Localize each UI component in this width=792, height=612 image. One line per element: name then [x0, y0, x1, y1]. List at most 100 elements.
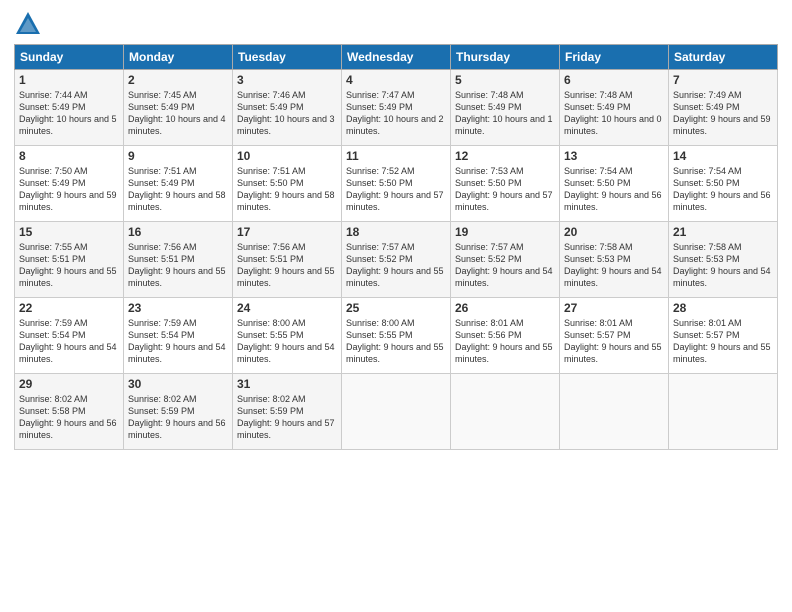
day-info: Sunrise: 7:58 AMSunset: 5:53 PMDaylight:… — [673, 241, 773, 290]
calendar-cell — [342, 374, 451, 450]
week-row-3: 15Sunrise: 7:55 AMSunset: 5:51 PMDayligh… — [15, 222, 778, 298]
calendar-cell: 21 Sunrise: 7:58 AMSunset: 5:53 PMDayligh… — [669, 222, 778, 298]
day-number: 23 — [128, 301, 228, 315]
calendar-cell: 19Sunrise: 7:57 AMSunset: 5:52 PMDayligh… — [451, 222, 560, 298]
col-header-friday: Friday — [560, 45, 669, 70]
day-number: 5 — [455, 73, 555, 87]
calendar-cell — [451, 374, 560, 450]
col-header-saturday: Saturday — [669, 45, 778, 70]
header-row: SundayMondayTuesdayWednesdayThursdayFrid… — [15, 45, 778, 70]
day-number: 21 — [673, 225, 773, 239]
calendar-cell: 2Sunrise: 7:45 AMSunset: 5:49 PMDaylight… — [124, 70, 233, 146]
day-info: Sunrise: 8:00 AMSunset: 5:55 PMDaylight:… — [237, 317, 337, 366]
day-info: Sunrise: 7:47 AMSunset: 5:49 PMDaylight:… — [346, 89, 446, 138]
day-number: 11 — [346, 149, 446, 163]
day-info: Sunrise: 7:50 AMSunset: 5:49 PMDaylight:… — [19, 165, 119, 214]
day-number: 31 — [237, 377, 337, 391]
calendar-cell: 18Sunrise: 7:57 AMSunset: 5:52 PMDayligh… — [342, 222, 451, 298]
day-info: Sunrise: 8:02 AMSunset: 5:59 PMDaylight:… — [128, 393, 228, 442]
calendar-container: SundayMondayTuesdayWednesdayThursdayFrid… — [0, 0, 792, 612]
day-number: 9 — [128, 149, 228, 163]
col-header-wednesday: Wednesday — [342, 45, 451, 70]
day-info: Sunrise: 7:44 AMSunset: 5:49 PMDaylight:… — [19, 89, 119, 138]
day-number: 8 — [19, 149, 119, 163]
day-info: Sunrise: 7:52 AMSunset: 5:50 PMDaylight:… — [346, 165, 446, 214]
day-info: Sunrise: 7:48 AMSunset: 5:49 PMDaylight:… — [455, 89, 555, 138]
day-info: Sunrise: 7:49 AMSunset: 5:49 PMDaylight:… — [673, 89, 773, 138]
week-row-2: 8 Sunrise: 7:50 AMSunset: 5:49 PMDaylight… — [15, 146, 778, 222]
calendar-cell: 31 Sunrise: 8:02 AMSunset: 5:59 PMDayligh… — [233, 374, 342, 450]
day-number: 14 — [673, 149, 773, 163]
week-row-4: 22 Sunrise: 7:59 AMSunset: 5:54 PMDayligh… — [15, 298, 778, 374]
calendar-cell: 17 Sunrise: 7:56 AMSunset: 5:51 PMDayligh… — [233, 222, 342, 298]
calendar-cell: 24 Sunrise: 8:00 AMSunset: 5:55 PMDayligh… — [233, 298, 342, 374]
day-number: 29 — [19, 377, 119, 391]
day-info: Sunrise: 7:46 AMSunset: 5:49 PMDaylight:… — [237, 89, 337, 138]
day-number: 6 — [564, 73, 664, 87]
day-info: Sunrise: 7:51 AMSunset: 5:49 PMDaylight:… — [128, 165, 228, 214]
day-number: 22 — [19, 301, 119, 315]
day-number: 1 — [19, 73, 119, 87]
logo-icon — [14, 10, 42, 38]
day-number: 30 — [128, 377, 228, 391]
day-info: Sunrise: 7:51 AMSunset: 5:50 PMDaylight:… — [237, 165, 337, 214]
day-info: Sunrise: 8:01 AMSunset: 5:57 PMDaylight:… — [673, 317, 773, 366]
calendar-cell: 15Sunrise: 7:55 AMSunset: 5:51 PMDayligh… — [15, 222, 124, 298]
header — [14, 10, 778, 38]
day-number: 3 — [237, 73, 337, 87]
calendar-cell: 28 Sunrise: 8:01 AMSunset: 5:57 PMDayligh… — [669, 298, 778, 374]
calendar-cell — [669, 374, 778, 450]
calendar-cell: 3 Sunrise: 7:46 AMSunset: 5:49 PMDaylight… — [233, 70, 342, 146]
calendar-cell: 27Sunrise: 8:01 AMSunset: 5:57 PMDayligh… — [560, 298, 669, 374]
col-header-tuesday: Tuesday — [233, 45, 342, 70]
week-row-1: 1 Sunrise: 7:44 AMSunset: 5:49 PMDaylight… — [15, 70, 778, 146]
day-number: 27 — [564, 301, 664, 315]
calendar-cell: 30 Sunrise: 8:02 AMSunset: 5:59 PMDayligh… — [124, 374, 233, 450]
day-number: 13 — [564, 149, 664, 163]
calendar-cell: 12 Sunrise: 7:53 AMSunset: 5:50 PMDayligh… — [451, 146, 560, 222]
calendar-cell: 25 Sunrise: 8:00 AMSunset: 5:55 PMDayligh… — [342, 298, 451, 374]
day-info: Sunrise: 8:01 AMSunset: 5:56 PMDaylight:… — [455, 317, 555, 366]
day-info: Sunrise: 7:59 AMSunset: 5:54 PMDaylight:… — [19, 317, 119, 366]
day-number: 20 — [564, 225, 664, 239]
calendar-cell: 23 Sunrise: 7:59 AMSunset: 5:54 PMDayligh… — [124, 298, 233, 374]
calendar-cell: 22 Sunrise: 7:59 AMSunset: 5:54 PMDayligh… — [15, 298, 124, 374]
calendar-cell: 4 Sunrise: 7:47 AMSunset: 5:49 PMDaylight… — [342, 70, 451, 146]
calendar-cell: 26 Sunrise: 8:01 AMSunset: 5:56 PMDayligh… — [451, 298, 560, 374]
col-header-monday: Monday — [124, 45, 233, 70]
day-number: 28 — [673, 301, 773, 315]
day-number: 12 — [455, 149, 555, 163]
calendar-table: SundayMondayTuesdayWednesdayThursdayFrid… — [14, 44, 778, 450]
day-info: Sunrise: 8:00 AMSunset: 5:55 PMDaylight:… — [346, 317, 446, 366]
day-info: Sunrise: 7:56 AMSunset: 5:51 PMDaylight:… — [237, 241, 337, 290]
calendar-cell: 11 Sunrise: 7:52 AMSunset: 5:50 PMDayligh… — [342, 146, 451, 222]
day-info: Sunrise: 7:58 AMSunset: 5:53 PMDaylight:… — [564, 241, 664, 290]
logo — [14, 10, 46, 38]
day-info: Sunrise: 7:53 AMSunset: 5:50 PMDaylight:… — [455, 165, 555, 214]
calendar-cell: 1 Sunrise: 7:44 AMSunset: 5:49 PMDaylight… — [15, 70, 124, 146]
day-number: 4 — [346, 73, 446, 87]
day-number: 17 — [237, 225, 337, 239]
day-number: 15 — [19, 225, 119, 239]
day-info: Sunrise: 8:02 AMSunset: 5:58 PMDaylight:… — [19, 393, 119, 442]
day-info: Sunrise: 7:45 AMSunset: 5:49 PMDaylight:… — [128, 89, 228, 138]
day-info: Sunrise: 7:54 AMSunset: 5:50 PMDaylight:… — [673, 165, 773, 214]
day-number: 7 — [673, 73, 773, 87]
day-info: Sunrise: 8:02 AMSunset: 5:59 PMDaylight:… — [237, 393, 337, 442]
day-number: 10 — [237, 149, 337, 163]
day-number: 25 — [346, 301, 446, 315]
calendar-cell: 10 Sunrise: 7:51 AMSunset: 5:50 PMDayligh… — [233, 146, 342, 222]
calendar-cell: 5 Sunrise: 7:48 AMSunset: 5:49 PMDaylight… — [451, 70, 560, 146]
calendar-cell: 14 Sunrise: 7:54 AMSunset: 5:50 PMDayligh… — [669, 146, 778, 222]
day-number: 24 — [237, 301, 337, 315]
day-info: Sunrise: 7:59 AMSunset: 5:54 PMDaylight:… — [128, 317, 228, 366]
calendar-cell: 8 Sunrise: 7:50 AMSunset: 5:49 PMDaylight… — [15, 146, 124, 222]
day-info: Sunrise: 7:57 AMSunset: 5:52 PMDaylight:… — [455, 241, 555, 290]
day-number: 26 — [455, 301, 555, 315]
calendar-cell: 13Sunrise: 7:54 AMSunset: 5:50 PMDayligh… — [560, 146, 669, 222]
calendar-cell — [560, 374, 669, 450]
calendar-cell: 20 Sunrise: 7:58 AMSunset: 5:53 PMDayligh… — [560, 222, 669, 298]
week-row-5: 29 Sunrise: 8:02 AMSunset: 5:58 PMDayligh… — [15, 374, 778, 450]
day-info: Sunrise: 7:57 AMSunset: 5:52 PMDaylight:… — [346, 241, 446, 290]
calendar-cell: 6Sunrise: 7:48 AMSunset: 5:49 PMDaylight… — [560, 70, 669, 146]
